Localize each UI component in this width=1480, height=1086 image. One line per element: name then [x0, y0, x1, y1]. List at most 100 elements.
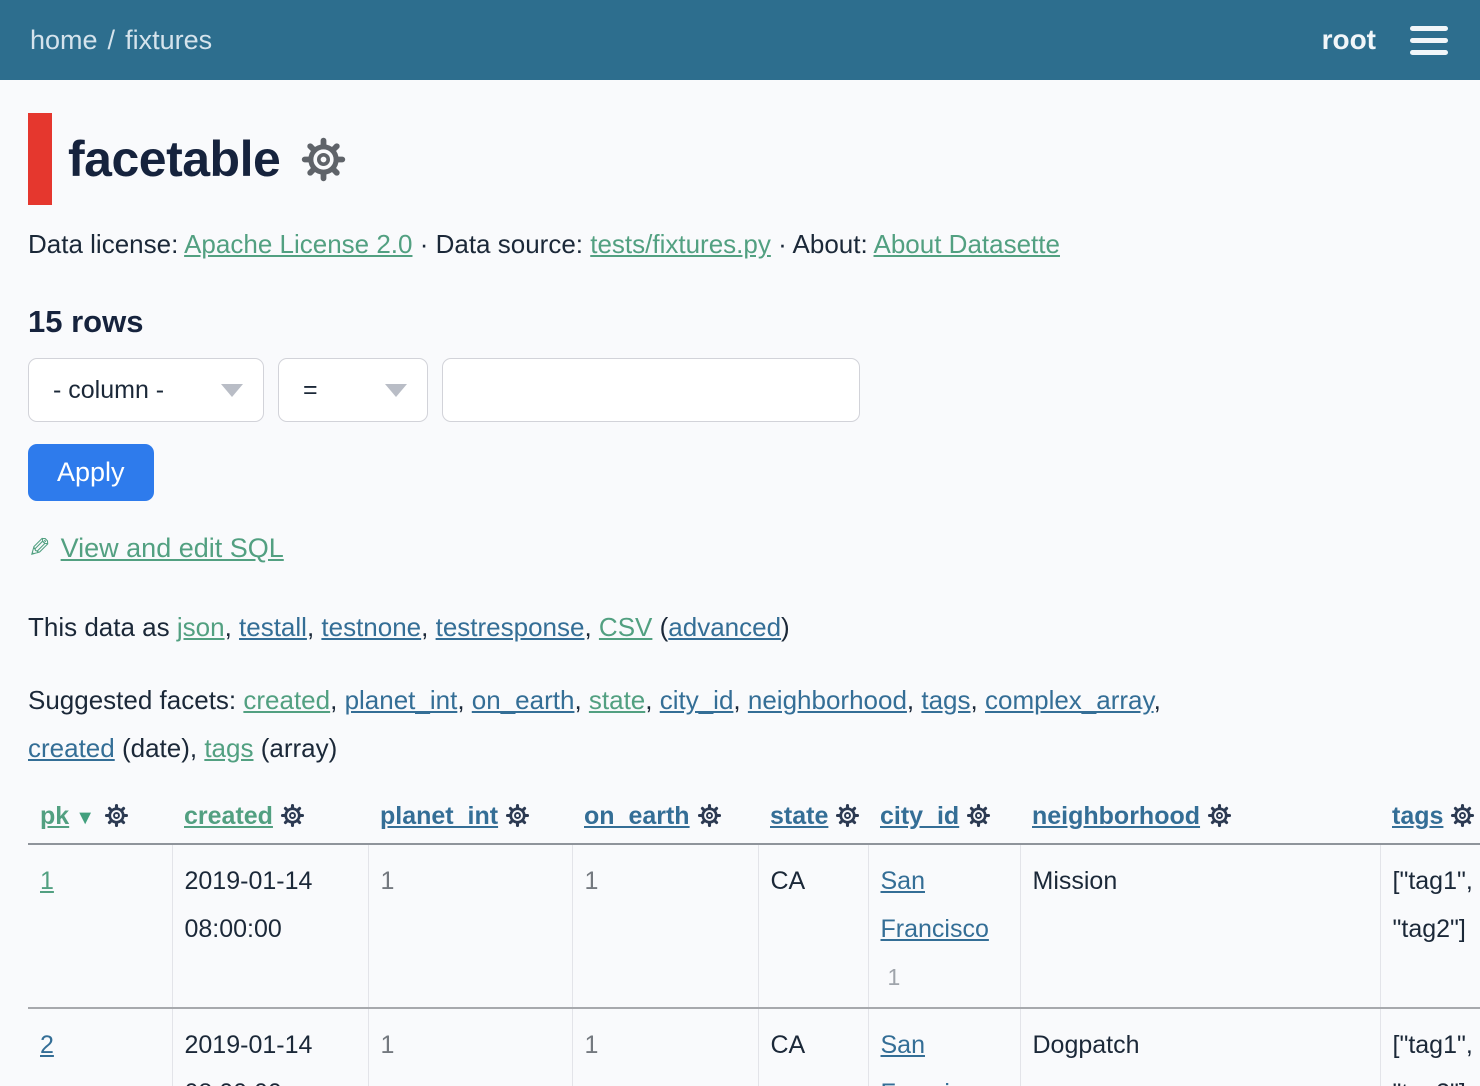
link-export-testnone[interactable]: testnone: [321, 612, 421, 642]
link-export-testall[interactable]: testall: [239, 612, 307, 642]
column-link-tags[interactable]: tags: [1392, 802, 1443, 830]
cell-created: 2019-01-14 08:00:00: [172, 844, 368, 1008]
pk-link[interactable]: 1: [40, 867, 54, 895]
table-row: 22019-01-14 08:00:0011CASan Francisco1Do…: [28, 1008, 1480, 1086]
cell-neighborhood: Mission: [1020, 844, 1380, 1008]
cell-tags: ["tag1", "tag3"]: [1380, 1008, 1480, 1086]
link-facet-tags[interactable]: tags: [921, 685, 970, 715]
inline-text: ,: [330, 685, 344, 715]
column-header-created: created: [172, 794, 368, 844]
cell-on_earth: 1: [572, 1008, 758, 1086]
inline-text: ·: [412, 229, 435, 259]
column-link-state[interactable]: state: [770, 802, 828, 830]
cell-value: ["tag1", "tag2"]: [1393, 867, 1473, 943]
filter-column-select[interactable]: - column -: [28, 358, 264, 422]
cell-city_id: San Francisco 1: [868, 844, 1020, 1008]
column-link-planet_int[interactable]: planet_int: [380, 802, 498, 830]
link-facet-state[interactable]: state: [589, 685, 645, 715]
column-cog-icon[interactable]: [1207, 803, 1232, 828]
cell-city_id: San Francisco1: [868, 1008, 1020, 1086]
column-link-city_id[interactable]: city_id: [880, 802, 959, 830]
city_id-link[interactable]: San Francisco: [881, 1031, 989, 1086]
user-menu-link[interactable]: root: [1322, 24, 1376, 56]
table-body: 12019-01-14 08:00:0011CASan Francisco1Mi…: [28, 844, 1480, 1086]
title-accent-bar: [28, 113, 52, 205]
column-link-pk[interactable]: pk: [40, 802, 69, 830]
cell-on_earth: 1: [572, 844, 758, 1008]
hamburger-menu-icon[interactable]: [1410, 26, 1448, 55]
link-facet-created-date[interactable]: created: [28, 733, 115, 763]
column-cog-icon[interactable]: [1450, 803, 1475, 828]
app-header: home/fixtures root: [0, 0, 1480, 80]
column-cog-icon[interactable]: [966, 803, 991, 828]
city_id-link[interactable]: San Francisco: [881, 867, 989, 943]
cell-suffix-count: 1: [888, 964, 901, 990]
link-export-json[interactable]: json: [177, 612, 225, 642]
view-edit-sql-link[interactable]: View and edit SQL: [61, 533, 284, 564]
link-facet-planet-int[interactable]: planet_int: [345, 685, 458, 715]
link-data-source[interactable]: tests/fixtures.py: [590, 229, 771, 259]
column-header-planet_int: planet_int: [368, 794, 572, 844]
cell-value: Dogpatch: [1033, 1031, 1140, 1059]
table-settings-gear-icon[interactable]: [300, 136, 347, 183]
link-facet-created[interactable]: created: [243, 685, 330, 715]
filter-operator-value: =: [303, 376, 318, 405]
cell-value: Mission: [1033, 867, 1118, 895]
link-facet-city-id[interactable]: city_id: [660, 685, 734, 715]
inline-text: ,: [574, 685, 588, 715]
column-link-neighborhood[interactable]: neighborhood: [1032, 802, 1200, 830]
breadcrumb-link-home[interactable]: home: [30, 25, 98, 55]
cell-created: 2019-01-14 08:00:00: [172, 1008, 368, 1086]
page-title: facetable: [68, 130, 280, 188]
cell-state: CA: [758, 1008, 868, 1086]
cell-value: ["tag1", "tag3"]: [1393, 1031, 1473, 1086]
column-link-on_earth[interactable]: on_earth: [584, 802, 690, 830]
breadcrumb-link-fixtures[interactable]: fixtures: [125, 25, 212, 55]
link-facet-on-earth[interactable]: on_earth: [472, 685, 575, 715]
column-header-city_id: city_id: [868, 794, 1020, 844]
link-export-testresponse[interactable]: testresponse: [436, 612, 585, 642]
apply-button[interactable]: Apply: [28, 444, 154, 501]
link-facet-neighborhood[interactable]: neighborhood: [748, 685, 907, 715]
cell-value: 1: [585, 867, 599, 895]
cell-pk: 2: [28, 1008, 172, 1086]
inline-text: ): [781, 612, 790, 642]
column-cog-icon[interactable]: [505, 803, 530, 828]
results-table-wrap: pk ▼ created planet_int on_earth state city_id…: [28, 794, 1480, 1086]
filter-value-input[interactable]: [442, 358, 860, 422]
link-facet-complex-array[interactable]: complex_array: [985, 685, 1154, 715]
suggested-facets-line: Suggested facets: created, planet_int, o…: [28, 676, 1452, 772]
link-export-csv[interactable]: CSV: [599, 612, 652, 642]
inline-text: Suggested facets:: [28, 685, 243, 715]
cell-value: 1: [585, 1031, 599, 1059]
cell-state: CA: [758, 844, 868, 1008]
inline-text: ·: [771, 229, 793, 259]
cell-tags: ["tag1", "tag2"]: [1380, 844, 1480, 1008]
inline-text: Data license:: [28, 229, 184, 259]
inline-text: ,: [225, 612, 239, 642]
table-header-row: pk ▼ created planet_int on_earth state city_id…: [28, 794, 1480, 844]
link-data-license[interactable]: Apache License 2.0: [184, 229, 412, 259]
filter-operator-select[interactable]: =: [278, 358, 428, 422]
link-export-advanced[interactable]: advanced: [668, 612, 781, 642]
column-cog-icon[interactable]: [697, 803, 722, 828]
link-about[interactable]: About Datasette: [874, 229, 1060, 259]
column-cog-icon[interactable]: [104, 803, 129, 828]
column-cog-icon[interactable]: [280, 803, 305, 828]
inline-text: ,: [971, 685, 985, 715]
chevron-down-icon: [385, 384, 407, 397]
filter-row: - column - =: [28, 358, 1452, 422]
cell-pk: 1: [28, 844, 172, 1008]
inline-text: ,: [733, 685, 747, 715]
column-cog-icon[interactable]: [835, 803, 860, 828]
link-facet-tags-array[interactable]: tags: [204, 733, 253, 763]
inline-text: Data source:: [436, 229, 591, 259]
column-link-created[interactable]: created: [184, 802, 273, 830]
sort-desc-icon: ▼: [75, 807, 95, 829]
column-header-on_earth: on_earth: [572, 794, 758, 844]
inline-text: ,: [907, 685, 921, 715]
cell-value: CA: [771, 1031, 806, 1059]
pk-link[interactable]: 2: [40, 1031, 54, 1059]
breadcrumb: home/fixtures: [30, 25, 212, 56]
inline-text: ,: [1154, 685, 1161, 715]
